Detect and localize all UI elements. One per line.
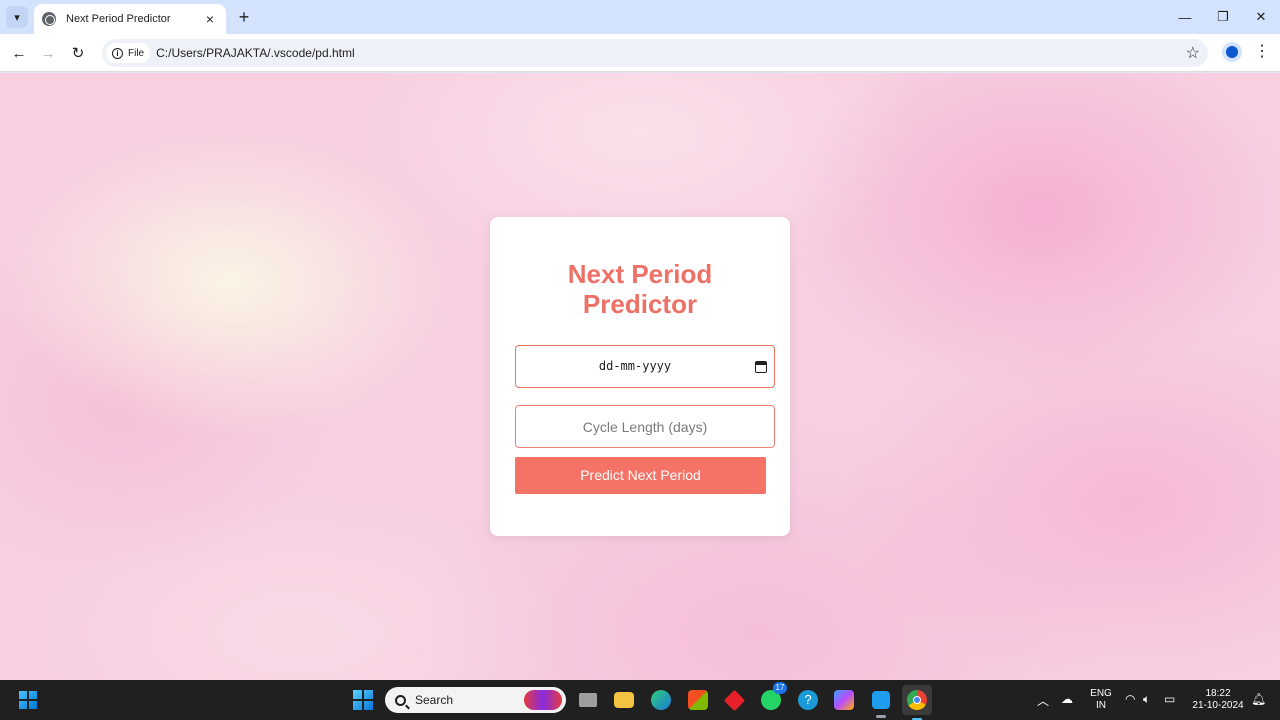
predictor-card: Next Period Predictor dd-mm-yyyy Predict… (490, 217, 790, 536)
clock-time: 18:22 (1205, 688, 1231, 699)
search-label: Search (415, 693, 454, 707)
menu-icon[interactable]: ⋮ (1254, 42, 1270, 64)
clock-date: 21-10-2024 (1192, 700, 1244, 711)
clock[interactable]: 18:22 21-10-2024 (1190, 688, 1246, 712)
windows-start-icon[interactable] (351, 688, 375, 712)
browser-tab-strip: ▾ Next Period Predictor × + — ❐ ✕ (0, 0, 1280, 34)
tab-next-period-predictor[interactable]: Next Period Predictor × (34, 4, 226, 34)
widgets-icon[interactable] (16, 688, 40, 712)
globe-icon (42, 12, 56, 26)
minimize-icon[interactable]: — (1166, 0, 1204, 34)
battery-icon[interactable]: ▭ (1164, 692, 1175, 706)
window-controls: — ❐ ✕ (1166, 0, 1280, 34)
predict-button[interactable]: Predict Next Period (515, 457, 766, 494)
task-view-icon[interactable] (576, 688, 600, 712)
profile-icon[interactable] (1222, 42, 1242, 62)
red-app-icon[interactable] (722, 688, 746, 712)
whatsapp-badge: 17 (773, 682, 787, 694)
help-icon[interactable]: ? (796, 688, 820, 712)
back-icon[interactable]: ← (8, 42, 30, 64)
microsoft-store-icon[interactable] (686, 688, 710, 712)
maximize-icon[interactable]: ❐ (1204, 0, 1242, 34)
close-icon[interactable]: × (202, 11, 218, 27)
cycle-length-field[interactable] (515, 405, 775, 448)
page-viewport: Next Period Predictor dd-mm-yyyy Predict… (0, 73, 1280, 680)
info-icon: i (112, 47, 123, 59)
language-indicator[interactable]: ENG IN (1089, 688, 1113, 712)
taskbar-search[interactable]: Search (385, 687, 566, 713)
address-bar[interactable]: i File C:/Users/PRAJAKTA/.vscode/pd.html… (102, 39, 1208, 67)
reload-icon[interactable]: ↻ (67, 42, 89, 64)
star-icon[interactable]: ☆ (1186, 43, 1200, 63)
wifi-icon[interactable]: ◠ (1125, 692, 1135, 706)
url-scheme-label: File (128, 47, 145, 59)
site-info-chip[interactable]: i File (106, 43, 151, 63)
page-title: Next Period Predictor (567, 259, 713, 319)
vscode-icon[interactable] (869, 688, 893, 718)
last-period-date-field[interactable]: dd-mm-yyyy (515, 345, 775, 388)
browser-toolbar: ← → ↻ i File C:/Users/PRAJAKTA/.vscode/p… (0, 34, 1280, 72)
close-window-icon[interactable]: ✕ (1242, 0, 1280, 34)
chevron-up-icon[interactable]: ︿ (1037, 692, 1049, 709)
taskbar: Search 17 ? ︿ ☁ ENG IN ◠ 🔈︎ ▭ 18:22 21-1… (0, 680, 1280, 720)
tab-list-icon[interactable]: ▾ (6, 6, 28, 28)
calendar-icon[interactable] (755, 361, 767, 373)
volume-icon[interactable]: 🔈︎ (1143, 692, 1150, 707)
search-highlight-icon (524, 690, 562, 710)
tab-title: Next Period Predictor (66, 13, 171, 25)
cycle-length-input[interactable] (516, 406, 774, 447)
plus-icon[interactable]: + (234, 6, 254, 28)
date-input-text[interactable]: dd-mm-yyyy (516, 346, 754, 387)
file-explorer-icon[interactable] (612, 688, 636, 712)
edge-icon[interactable] (649, 688, 673, 712)
forward-icon[interactable]: → (37, 42, 59, 64)
url-text[interactable]: C:/Users/PRAJAKTA/.vscode/pd.html (156, 46, 355, 60)
whatsapp-icon[interactable]: 17 (759, 682, 787, 712)
search-icon (395, 694, 406, 706)
chrome-icon[interactable] (902, 685, 932, 720)
cloud-icon[interactable]: ☁ (1061, 692, 1073, 706)
notification-bell-icon[interactable]: 🔔︎ (1251, 692, 1266, 706)
copilot-icon[interactable] (832, 688, 856, 712)
